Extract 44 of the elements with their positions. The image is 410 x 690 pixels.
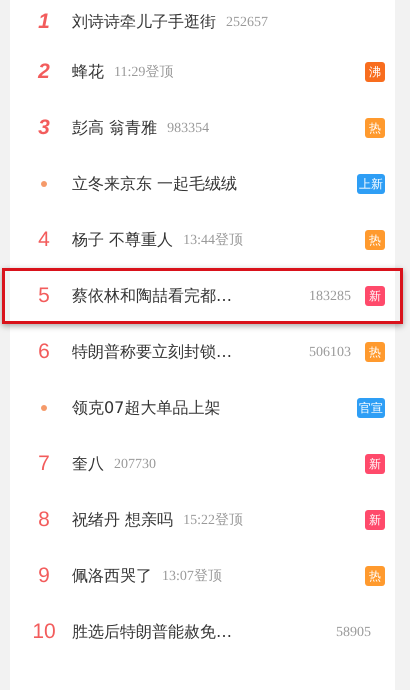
topic-link[interactable]: 彭高 翁青雅 <box>72 116 158 140</box>
bullet-icon <box>41 405 47 411</box>
topic-link[interactable]: 立冬来京东 一起毛绒绒 <box>72 172 238 196</box>
tag-label: 热 <box>365 342 385 362</box>
heat-count: 183285 <box>309 288 351 306</box>
heat-count: 58905 <box>336 624 371 642</box>
topic-link[interactable]: 领克07超大单品上架 <box>72 396 220 420</box>
topic-link[interactable]: 刘诗诗牵儿子手逛街 <box>72 10 216 34</box>
heat-count: 252657 <box>226 14 268 32</box>
rank-number: 6 <box>37 339 51 366</box>
heat-count: 506103 <box>309 344 351 362</box>
topic-link[interactable]: 奎八 <box>72 452 104 476</box>
tag-label: 官宣 <box>357 398 385 418</box>
tag-label: 新 <box>365 286 385 306</box>
rank-number: 7 <box>37 451 51 478</box>
topic-link[interactable]: 佩洛西哭了 <box>72 564 152 588</box>
rank-number: 3 <box>37 115 51 142</box>
rank-number: 1 <box>37 9 51 36</box>
heat-count: 15:22登顶 <box>183 512 243 530</box>
topic-link[interactable]: 祝绪丹 想亲吗 <box>72 508 174 532</box>
topic-link[interactable]: 杨子 不尊重人 <box>72 228 174 252</box>
heat-count: 207730 <box>114 456 156 474</box>
rank-number: 8 <box>37 507 51 534</box>
heat-count: 13:07登顶 <box>162 568 222 586</box>
rank-number: 9 <box>37 563 51 590</box>
topic-link[interactable]: 胜选后特朗普能赦免… <box>72 620 232 644</box>
heat-count: 11:29登顶 <box>114 64 174 82</box>
heat-count: 13:44登顶 <box>183 232 243 250</box>
topic-link[interactable]: 蔡依林和陶喆看完都… <box>72 284 232 308</box>
tag-label: 新 <box>365 510 385 530</box>
tag-label: 热 <box>365 118 385 138</box>
rank-number: 4 <box>37 227 51 254</box>
tag-label: 热 <box>365 230 385 250</box>
rank-number: 10 <box>31 619 57 646</box>
topic-link[interactable]: 蜂花 <box>72 60 104 84</box>
tag-label: 新 <box>365 454 385 474</box>
tag-label: 上新 <box>357 174 385 194</box>
tag-label: 沸 <box>365 62 385 82</box>
rank-number: 2 <box>36 59 51 86</box>
bullet-icon <box>41 181 47 187</box>
rank-number: 5 <box>37 283 51 310</box>
heat-count: 983354 <box>167 120 210 138</box>
topic-link[interactable]: 特朗普称要立刻封锁… <box>72 340 232 364</box>
tag-label: 热 <box>365 566 385 586</box>
